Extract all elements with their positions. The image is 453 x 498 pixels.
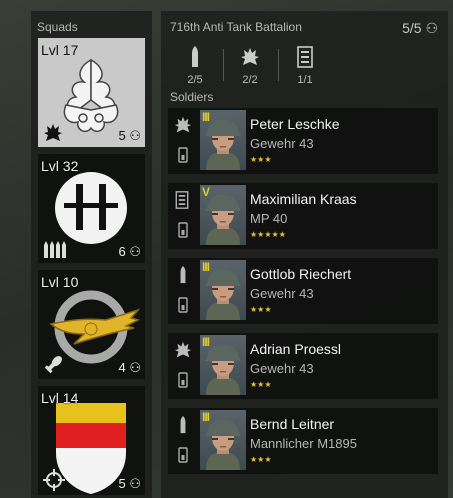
- soldier-portrait: III: [200, 110, 246, 170]
- squad-level: Lvl 14: [41, 390, 79, 406]
- person-icon: ⚇: [129, 360, 141, 375]
- ammo-icon: [178, 372, 188, 393]
- soldier-stars: ★★★: [250, 305, 272, 314]
- crosshair-icon: [43, 469, 65, 491]
- bullet-icon: [192, 46, 198, 67]
- flame-icon: [174, 341, 192, 364]
- soldier-portrait: III: [200, 335, 246, 395]
- ammo-belt-icon: [44, 241, 66, 258]
- squad-member-count: 5 ⚇: [118, 476, 141, 491]
- stat-riflemen: 2/5: [172, 44, 218, 86]
- soldier-name: Maximilian Kraas: [250, 191, 357, 207]
- ammo-icon: [178, 147, 188, 168]
- divider: [278, 49, 279, 81]
- soldier-row[interactable]: III Gottlob Riechert Gewehr 43 ★★★: [168, 258, 438, 324]
- rank-badge: III: [202, 410, 210, 424]
- squads-title: Squads: [37, 20, 78, 34]
- squad-level: Lvl 32: [41, 158, 79, 174]
- ammo-icon: [178, 222, 188, 243]
- soldier-row[interactable]: III Bernd Leitner Mannlicher M1895 ★★★: [168, 408, 438, 474]
- soldier-row[interactable]: V Maximilian Kraas MP 40 ★★★★★: [168, 183, 438, 249]
- squad-member-count: 5 ⚇: [118, 128, 141, 143]
- soldier-stars: ★★★: [250, 380, 272, 389]
- soldier-name: Adrian Proessl: [250, 341, 342, 357]
- battalion-panel: 716th Anti Tank Battalion 5/5 ⚇ 2/5 2/2 …: [161, 11, 448, 498]
- squad-member-count: 4 ⚇: [118, 360, 141, 375]
- squad-card-1[interactable]: Lvl 17 5 ⚇: [38, 38, 145, 147]
- soldier-portrait: III: [200, 410, 246, 470]
- battalion-count: 5/5 ⚇: [402, 20, 438, 36]
- divider: [223, 49, 224, 81]
- squad-card-2[interactable]: Lvl 32 6 ⚇: [38, 154, 145, 263]
- soldier-stars: ★★★: [250, 455, 272, 464]
- squad-member-count: 6 ⚇: [118, 244, 141, 259]
- rank-badge: III: [202, 260, 210, 274]
- soldier-stars: ★★★★★: [250, 230, 286, 239]
- bullet-icon: [178, 266, 188, 289]
- rank-badge: III: [202, 110, 210, 124]
- soldier-name: Bernd Leitner: [250, 416, 335, 432]
- soldier-portrait: V: [200, 185, 246, 245]
- soldier-weapon: Gewehr 43: [250, 286, 314, 301]
- soldier-stars: ★★★: [250, 155, 272, 164]
- flame-icon: [241, 48, 259, 65]
- soldier-name: Gottlob Riechert: [250, 266, 352, 282]
- soldier-weapon: Mannlicher M1895: [250, 436, 357, 451]
- ammo-icon: [178, 447, 188, 468]
- person-icon: ⚇: [129, 244, 141, 259]
- soldier-row[interactable]: III Adrian Proessl Gewehr 43 ★★★: [168, 333, 438, 399]
- soldiers-title: Soldiers: [170, 90, 214, 104]
- squad-level: Lvl 10: [41, 274, 79, 290]
- soldier-row[interactable]: III Peter Leschke Gewehr 43 ★★★: [168, 108, 438, 174]
- flame-icon: [174, 116, 192, 139]
- rank-badge: V: [202, 185, 210, 199]
- soldier-name: Peter Leschke: [250, 116, 340, 132]
- battalion-name: 716th Anti Tank Battalion: [170, 20, 302, 34]
- person-icon: ⚇: [425, 20, 438, 36]
- squad-card-4[interactable]: Lvl 14 5 ⚇: [38, 386, 145, 495]
- stat-flame: 2/2: [227, 44, 273, 86]
- stat-list: 1/1: [282, 44, 328, 86]
- soldier-weapon: Gewehr 43: [250, 361, 314, 376]
- flame-icon: [44, 124, 62, 141]
- soldier-portrait: III: [200, 260, 246, 320]
- squad-card-3[interactable]: Lvl 10 4 ⚇: [38, 270, 145, 379]
- person-icon: ⚇: [129, 476, 141, 491]
- soldier-weapon: Gewehr 43: [250, 136, 314, 151]
- person-icon: ⚇: [129, 128, 141, 143]
- list-icon: [297, 46, 313, 68]
- soldier-weapon: MP 40: [250, 211, 288, 226]
- squads-panel: Squads Lvl 17 5 ⚇ Lvl 32 6 ⚇ Lvl 10 4 ⚇ …: [31, 11, 152, 498]
- mortar-shell-icon: [44, 356, 62, 374]
- list-icon: [174, 191, 190, 214]
- ammo-icon: [178, 297, 188, 318]
- rank-badge: III: [202, 335, 210, 349]
- squad-level: Lvl 17: [41, 42, 79, 58]
- bullet-icon: [178, 416, 188, 439]
